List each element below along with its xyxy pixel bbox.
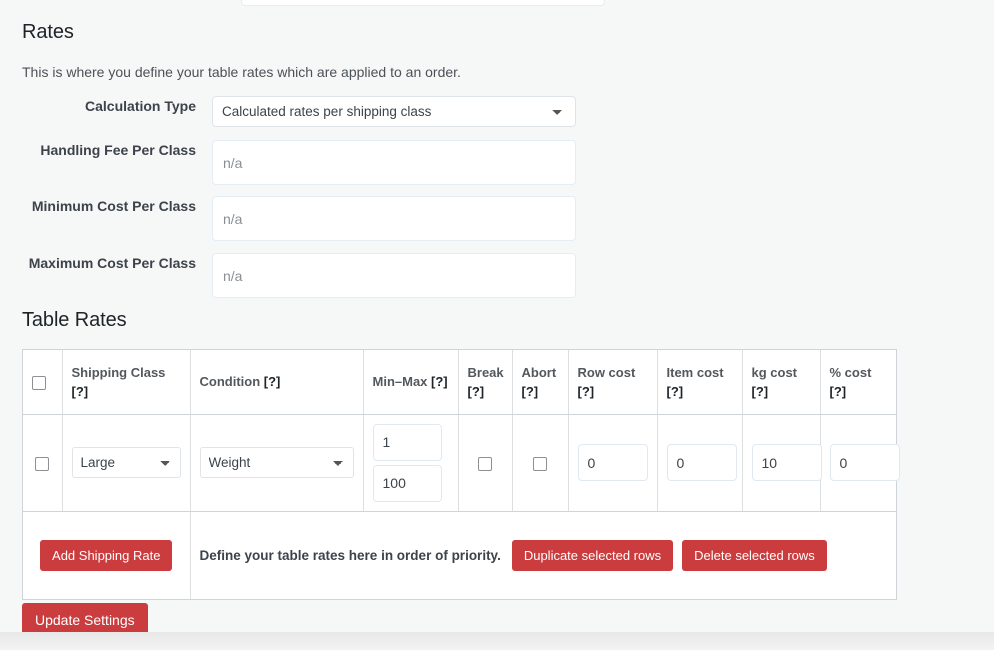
maximum-cost-input[interactable] [212, 253, 576, 298]
min-max-stack [373, 424, 449, 502]
handling-fee-label: Handling Fee Per Class [0, 140, 212, 160]
calculation-type-label: Calculation Type [0, 96, 212, 116]
header-abort-label: Abort [522, 365, 557, 380]
abort-cell [512, 414, 568, 511]
page-bottom-strip [0, 632, 994, 650]
select-all-header [23, 350, 62, 414]
header-min-max: Min–Max [?] [363, 350, 458, 414]
header-item-cost-label: Item cost [667, 365, 724, 380]
header-min-max-label: Min–Max [373, 374, 428, 389]
percent-cost-input[interactable] [830, 444, 900, 481]
duplicate-selected-rows-button[interactable]: Duplicate selected rows [512, 540, 673, 571]
header-kg-cost: kg cost [?] [742, 350, 820, 414]
shipping-class-select[interactable]: Large [72, 447, 181, 478]
condition-help-icon[interactable]: [?] [264, 374, 281, 389]
kg-cost-cell [742, 414, 820, 511]
percent-cost-help-icon[interactable]: [?] [830, 384, 847, 399]
table-row: Large Weight [23, 414, 896, 511]
abort-checkbox[interactable] [533, 457, 547, 471]
minimum-cost-row: Minimum Cost Per Class [0, 196, 620, 236]
header-kg-cost-label: kg cost [752, 365, 798, 380]
handling-fee-row: Handling Fee Per Class [0, 140, 620, 180]
rates-description: This is where you define your table rate… [22, 64, 461, 80]
min-max-help-icon[interactable]: [?] [431, 374, 448, 389]
percent-cost-cell [820, 414, 896, 511]
table-rates-note: Define your table rates here in order of… [200, 548, 501, 563]
table-rates: Shipping Class [?] Condition [?] Min–Max… [23, 350, 896, 599]
break-checkbox[interactable] [478, 457, 492, 471]
abort-help-icon[interactable]: [?] [522, 384, 539, 399]
calculation-type-select[interactable]: Calculated rates per shipping class [212, 96, 576, 127]
table-header: Shipping Class [?] Condition [?] Min–Max… [23, 350, 896, 414]
item-cost-cell [657, 414, 742, 511]
add-rate-cell: Add Shipping Rate [23, 511, 190, 599]
footer-actions: Define your table rates here in order of… [200, 540, 888, 571]
item-cost-input[interactable] [667, 444, 737, 481]
table-rates-title: Table Rates [22, 309, 127, 332]
handling-fee-input[interactable] [212, 140, 576, 185]
header-row-cost-label: Row cost [578, 365, 636, 380]
break-help-icon[interactable]: [?] [468, 384, 485, 399]
minimum-cost-control [212, 196, 620, 241]
table-header-row: Shipping Class [?] Condition [?] Min–Max… [23, 350, 896, 414]
calculation-type-control: Calculated rates per shipping class [212, 96, 620, 127]
header-break: Break [?] [458, 350, 512, 414]
shipping-class-cell: Large [62, 414, 190, 511]
row-select-cell [23, 414, 62, 511]
row-select-checkbox[interactable] [35, 457, 49, 471]
scrolled-off-input[interactable] [241, 0, 605, 6]
table-footer-row: Add Shipping Rate Define your table rate… [23, 511, 896, 599]
condition-cell: Weight [190, 414, 363, 511]
max-input[interactable] [373, 465, 442, 502]
kg-cost-input[interactable] [752, 444, 822, 481]
table-body: Large Weight [23, 414, 896, 599]
row-cost-input[interactable] [578, 444, 648, 481]
maximum-cost-label: Maximum Cost Per Class [0, 253, 212, 273]
header-row-cost: Row cost [?] [568, 350, 657, 414]
item-cost-help-icon[interactable]: [?] [667, 384, 684, 399]
min-input[interactable] [373, 424, 442, 461]
shipping-class-help-icon[interactable]: [?] [72, 384, 89, 399]
row-cost-help-icon[interactable]: [?] [578, 384, 595, 399]
maximum-cost-row: Maximum Cost Per Class [0, 253, 620, 293]
header-break-label: Break [468, 365, 504, 380]
header-abort: Abort [?] [512, 350, 568, 414]
minimum-cost-input[interactable] [212, 196, 576, 241]
min-max-cell [363, 414, 458, 511]
break-cell [458, 414, 512, 511]
handling-fee-control [212, 140, 620, 185]
kg-cost-help-icon[interactable]: [?] [752, 384, 769, 399]
row-cost-cell [568, 414, 657, 511]
calculation-type-row: Calculation Type Calculated rates per sh… [0, 96, 620, 136]
condition-select[interactable]: Weight [200, 447, 354, 478]
header-shipping-class: Shipping Class [?] [62, 350, 190, 414]
header-shipping-class-label: Shipping Class [72, 365, 166, 380]
header-item-cost: Item cost [?] [657, 350, 742, 414]
select-all-checkbox[interactable] [32, 376, 46, 390]
add-shipping-rate-button[interactable]: Add Shipping Rate [40, 540, 172, 571]
footer-actions-cell: Define your table rates here in order of… [190, 511, 896, 599]
header-condition: Condition [?] [190, 350, 363, 414]
header-percent-cost: % cost [?] [820, 350, 896, 414]
table-rates-container: Shipping Class [?] Condition [?] Min–Max… [22, 349, 897, 600]
header-condition-label: Condition [200, 374, 261, 389]
maximum-cost-control [212, 253, 620, 298]
page-title: Rates [22, 21, 74, 44]
delete-selected-rows-button[interactable]: Delete selected rows [682, 540, 827, 571]
header-percent-cost-label: % cost [830, 365, 872, 380]
minimum-cost-label: Minimum Cost Per Class [0, 196, 212, 216]
